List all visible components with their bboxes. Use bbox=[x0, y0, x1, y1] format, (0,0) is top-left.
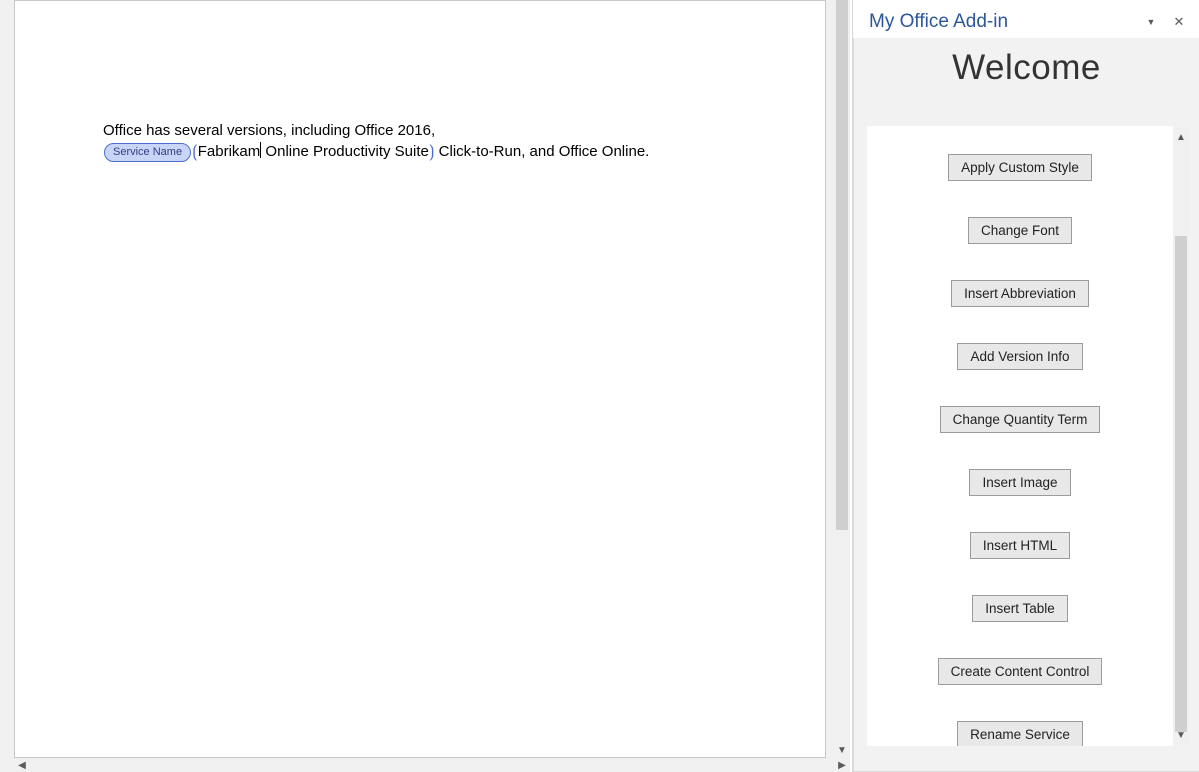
insert-abbreviation-button[interactable]: Insert Abbreviation bbox=[951, 280, 1089, 307]
taskpane-close-button[interactable]: ✕ bbox=[1167, 10, 1191, 34]
content-control-value-after: Online Productivity Suite bbox=[261, 143, 429, 160]
scroll-down-icon[interactable]: ▼ bbox=[1175, 728, 1187, 742]
taskpane-header: My Office Add-in ▼ ✕ bbox=[853, 0, 1199, 38]
scrollbar-thumb[interactable] bbox=[836, 0, 848, 530]
document-horizontal-scrollbar[interactable]: ◀ ▶ bbox=[14, 758, 850, 772]
scroll-down-icon[interactable]: ▼ bbox=[836, 744, 848, 756]
taskpane-menu-button[interactable]: ▼ bbox=[1139, 10, 1163, 34]
welcome-heading: Welcome bbox=[854, 38, 1199, 104]
doc-text-before: Office has several versions, including O… bbox=[103, 122, 435, 139]
document-page[interactable]: Office has several versions, including O… bbox=[14, 0, 826, 758]
insert-table-button[interactable]: Insert Table bbox=[972, 595, 1068, 622]
taskpane-vertical-scrollbar[interactable]: ▲ ▼ bbox=[1173, 128, 1189, 744]
scroll-up-icon[interactable]: ▲ bbox=[1175, 130, 1187, 144]
change-quantity-term-button[interactable]: Change Quantity Term bbox=[940, 406, 1101, 433]
taskpane: My Office Add-in ▼ ✕ Welcome Apply Custo… bbox=[852, 0, 1199, 772]
change-font-button[interactable]: Change Font bbox=[968, 217, 1072, 244]
taskpane-content: Apply Custom Style Change Font Insert Ab… bbox=[867, 126, 1173, 746]
scroll-right-icon[interactable]: ▶ bbox=[836, 759, 848, 771]
doc-text-after: Click-to-Run, and Office Online. bbox=[435, 143, 650, 160]
add-version-info-button[interactable]: Add Version Info bbox=[957, 343, 1082, 370]
scrollbar-thumb[interactable] bbox=[1175, 236, 1187, 732]
document-vertical-scrollbar[interactable]: ▼ bbox=[834, 0, 850, 758]
taskpane-body: Welcome Apply Custom Style Change Font I… bbox=[853, 38, 1199, 772]
chevron-down-icon: ▼ bbox=[1147, 17, 1156, 27]
insert-image-button[interactable]: Insert Image bbox=[969, 469, 1070, 496]
apply-custom-style-button[interactable]: Apply Custom Style bbox=[948, 154, 1092, 181]
button-list: Apply Custom Style Change Font Insert Ab… bbox=[867, 126, 1173, 746]
content-control-value-before: Fabrikam bbox=[198, 143, 261, 160]
close-icon: ✕ bbox=[1174, 14, 1185, 30]
content-control-tag[interactable]: Service Name bbox=[104, 143, 191, 162]
taskpane-title: My Office Add-in bbox=[869, 11, 1135, 33]
rename-service-button[interactable]: Rename Service bbox=[957, 721, 1083, 746]
document-paragraph[interactable]: Office has several versions, including O… bbox=[103, 121, 725, 164]
insert-html-button[interactable]: Insert HTML bbox=[970, 532, 1070, 559]
document-area: Office has several versions, including O… bbox=[0, 0, 850, 772]
content-control[interactable]: Service Name⟮Fabrikam Online Productivit… bbox=[103, 143, 435, 160]
scroll-left-icon[interactable]: ◀ bbox=[16, 759, 28, 771]
create-content-control-button[interactable]: Create Content Control bbox=[938, 658, 1103, 685]
